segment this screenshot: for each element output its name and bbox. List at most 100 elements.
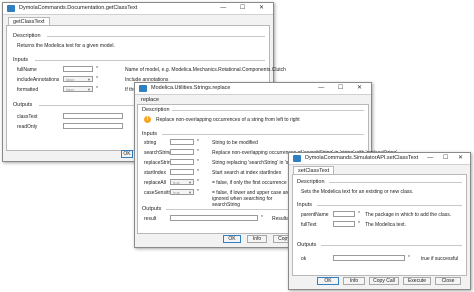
output-label-result: result xyxy=(144,216,157,222)
required-marker: * xyxy=(197,169,199,175)
chevron-down-icon: ▼ xyxy=(87,77,91,82)
description-header: Description xyxy=(297,179,325,185)
required-marker: * xyxy=(96,76,98,82)
divider xyxy=(317,205,462,206)
select-value: true xyxy=(173,190,180,195)
tab-panel: Description Sets the Modelica text for a… xyxy=(292,174,467,276)
title-bar[interactable]: DymolaCommands.SimulatorAPI.setClassText… xyxy=(289,153,470,165)
inputs-header: Inputs xyxy=(13,57,28,63)
divider xyxy=(47,36,265,37)
outputs-header: Outputs xyxy=(142,206,162,212)
select-value: false xyxy=(66,77,75,82)
divider xyxy=(172,110,364,111)
input-label-string: string xyxy=(144,140,157,146)
info-button[interactable]: Info xyxy=(247,235,267,243)
divider xyxy=(321,245,462,246)
chevron-down-icon: ▼ xyxy=(188,190,192,195)
window-title: DymolaCommands.SimulatorAPI.setClassText xyxy=(305,155,419,161)
close-button[interactable]: Close xyxy=(435,277,461,285)
required-marker: * xyxy=(408,255,410,261)
divider xyxy=(329,182,462,183)
startindex-description: Start search at index startIndex xyxy=(212,170,282,176)
casesensitive-description: = false, if lower and upper case are ign… xyxy=(212,190,290,208)
copy-call-button[interactable]: Copy Call xyxy=(369,277,399,285)
select-value: false xyxy=(66,87,75,92)
ok-button[interactable]: OK xyxy=(121,150,133,158)
result-field[interactable] xyxy=(170,215,258,221)
replacestring-field[interactable] xyxy=(170,159,194,165)
ok-description: true if successful xyxy=(421,256,459,262)
title-bar[interactable]: DymolaCommands.Documentation.getClassTex… xyxy=(3,3,273,15)
input-label-startindex: startIndex xyxy=(144,170,166,176)
input-label-formatted: formatted xyxy=(17,87,39,93)
output-label-ok: ok xyxy=(301,256,307,262)
fulltext-field[interactable] xyxy=(333,221,355,227)
replacestring-description: String replacing 'searchString' in 'stri… xyxy=(212,160,299,166)
ok-button[interactable]: OK xyxy=(317,277,339,285)
input-label-fulltext: fullText xyxy=(301,222,317,228)
divider xyxy=(35,60,265,61)
required-marker: * xyxy=(197,179,199,185)
required-marker: * xyxy=(358,221,360,227)
string-description: String to be modified xyxy=(212,140,258,146)
parentname-description: The package in which to add the class. xyxy=(365,212,452,218)
readonly-field[interactable] xyxy=(63,123,123,129)
divider xyxy=(162,134,364,135)
chevron-down-icon: ▼ xyxy=(87,87,91,92)
searchstring-field[interactable] xyxy=(170,149,194,155)
required-marker: * xyxy=(197,139,199,145)
set-class-text-dialog: DymolaCommands.SimulatorAPI.setClassText… xyxy=(288,152,471,290)
description-text: Replace non-overlapping occurrences of a… xyxy=(156,117,300,123)
input-label-searchstring: searchString xyxy=(144,150,173,156)
classtext-field[interactable] xyxy=(63,113,123,119)
string-field[interactable] xyxy=(170,139,194,145)
select-value: true xyxy=(173,180,180,185)
fulltext-description: The Modelica text. xyxy=(365,222,406,228)
input-label-replaceall: replaceAll xyxy=(144,180,166,186)
outputs-header: Outputs xyxy=(13,102,33,108)
parentname-field[interactable] xyxy=(333,211,355,217)
dymola-app-icon xyxy=(293,155,301,162)
required-marker: * xyxy=(197,159,199,165)
window-title: DymolaCommands.Documentation.getClassTex… xyxy=(19,5,138,11)
chevron-down-icon: ▼ xyxy=(188,180,192,185)
outputs-header: Outputs xyxy=(297,242,317,248)
description-header: Description xyxy=(13,33,41,39)
input-label-includeannotations: includeAnnotations xyxy=(17,77,60,83)
execute-button[interactable]: Execute xyxy=(403,277,431,285)
description-header: Description xyxy=(142,107,170,113)
tab-replace[interactable]: replace xyxy=(137,96,163,104)
output-label-readonly: readOnly xyxy=(17,124,38,130)
formatted-select[interactable]: false ▼ xyxy=(63,86,93,92)
replaceall-select[interactable]: true ▼ xyxy=(170,179,194,185)
required-marker: * xyxy=(96,86,98,92)
required-marker: * xyxy=(197,189,199,195)
dymola-app-icon xyxy=(7,5,15,12)
required-marker: * xyxy=(96,66,98,72)
fullname-description: Name of model, e.g. Modelica.Mechanics.R… xyxy=(125,67,286,73)
description-text: Returns the Modelica text for a given mo… xyxy=(17,43,115,49)
input-label-parentname: parentName xyxy=(301,212,329,218)
ok-output-field[interactable] xyxy=(333,255,405,261)
casesensitive-select[interactable]: true ▼ xyxy=(170,189,194,195)
startindex-field[interactable] xyxy=(170,169,194,175)
include-annotations-select[interactable]: false ▼ xyxy=(63,76,93,82)
input-label-fullname: fullName xyxy=(17,67,37,73)
output-label-classtext: classText xyxy=(17,114,38,120)
window-controls[interactable]: — ☐ ✕ xyxy=(318,84,368,91)
info-icon: ! xyxy=(144,116,151,123)
inputs-header: Inputs xyxy=(142,131,157,137)
required-marker: * xyxy=(197,149,199,155)
inputs-header: Inputs xyxy=(297,202,312,208)
window-title: Modelica.Utilities.Strings.replace xyxy=(151,85,231,91)
required-marker: * xyxy=(261,215,263,221)
required-marker: * xyxy=(358,211,360,217)
fullname-field[interactable] xyxy=(63,66,93,72)
description-text: Sets the Modelica text for an existing o… xyxy=(301,189,414,195)
window-controls[interactable]: — ☐ ✕ xyxy=(220,4,270,11)
window-controls[interactable]: — ☐ ✕ xyxy=(427,154,467,161)
ok-button[interactable]: OK xyxy=(223,235,241,243)
info-button[interactable]: Info xyxy=(343,277,365,285)
dymola-app-icon xyxy=(139,85,147,92)
title-bar[interactable]: Modelica.Utilities.Strings.replace — ☐ ✕ xyxy=(135,83,371,95)
